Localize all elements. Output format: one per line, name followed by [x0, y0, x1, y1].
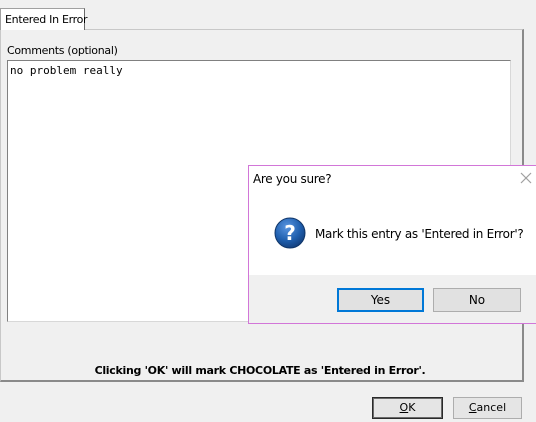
comments-label: Comments (optional) — [7, 44, 118, 57]
dialog-title: Are you sure? — [253, 172, 332, 186]
svg-text:?: ? — [284, 221, 296, 245]
cancel-button[interactable]: Cancel — [453, 397, 522, 419]
yes-button[interactable]: Yes — [337, 288, 424, 312]
dialog-footer: Yes No — [249, 275, 536, 323]
tab-entered-in-error[interactable]: Entered In Error — [0, 8, 88, 30]
no-button[interactable]: No — [433, 288, 521, 312]
dialog-message: Mark this entry as 'Entered in Error'? — [315, 227, 524, 241]
close-icon[interactable] — [519, 171, 533, 185]
tab-label: Entered In Error — [5, 13, 88, 26]
comments-text: no problem really — [10, 64, 123, 77]
confirm-dialog: Are you sure? ? Mark this entry as 'Ente… — [248, 165, 536, 324]
question-icon: ? — [274, 217, 306, 249]
ok-button[interactable]: OK — [372, 397, 443, 419]
status-message: Clicking 'OK' will mark CHOCOLATE as 'En… — [94, 364, 426, 377]
